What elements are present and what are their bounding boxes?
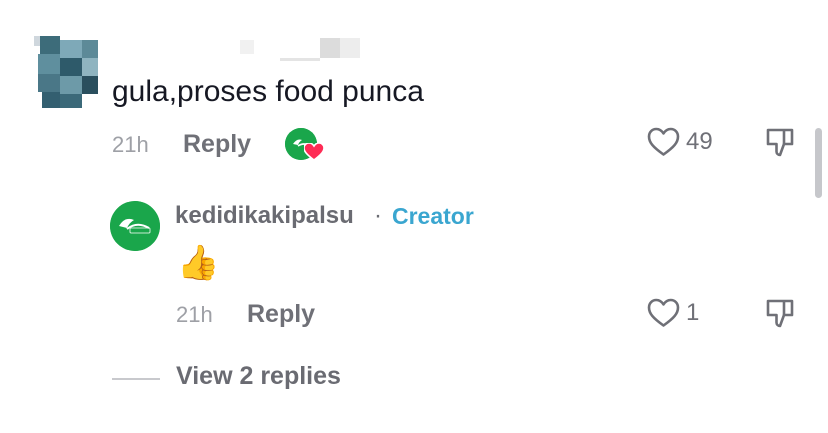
reply-button[interactable]: Reply	[183, 130, 251, 159]
avatar-pixel	[60, 94, 82, 108]
name-pixel	[320, 38, 340, 58]
brand-logo-icon	[110, 201, 160, 251]
reply-timestamp: 21h	[176, 302, 213, 327]
creator-badge: Creator	[392, 203, 474, 229]
creator-liked-badge	[285, 128, 324, 161]
dislike-icon[interactable]	[765, 127, 795, 159]
comment-text: gula,proses food punca	[112, 75, 424, 108]
reply-text: 👍	[177, 244, 220, 282]
reply-to-reply-button[interactable]: Reply	[247, 300, 315, 329]
comment-timestamp: 21h	[112, 132, 149, 157]
separator-dot: ·	[374, 202, 382, 229]
like-button[interactable]: 49	[647, 127, 713, 157]
name-pixel	[280, 58, 320, 61]
reply-like-count: 1	[686, 299, 700, 326]
name-pixel	[240, 40, 254, 54]
heart-outline-icon	[647, 298, 680, 327]
dislike-icon[interactable]	[765, 298, 795, 330]
scrollbar[interactable]	[815, 128, 822, 198]
reply-username[interactable]: kedidikakipalsu	[175, 202, 354, 230]
name-pixel	[340, 38, 360, 58]
heart-filled-icon	[304, 143, 324, 161]
avatar-pixel	[60, 40, 82, 58]
avatar-pixel	[38, 74, 60, 92]
reply-like-button[interactable]: 1	[647, 298, 699, 328]
view-replies-button[interactable]: View 2 replies	[176, 362, 341, 391]
like-count: 49	[686, 128, 713, 155]
avatar-pixel	[60, 58, 82, 76]
replies-divider	[112, 378, 160, 380]
avatar-pixel	[38, 54, 60, 74]
avatar-pixel	[60, 76, 82, 94]
heart-outline-icon	[647, 127, 680, 156]
commenter-avatar[interactable]	[34, 36, 98, 108]
avatar-pixel	[40, 36, 60, 54]
avatar-pixel	[82, 58, 98, 76]
avatar-pixel	[42, 92, 60, 108]
creator-avatar[interactable]	[110, 201, 160, 251]
avatar-pixel	[82, 76, 98, 94]
commenter-name-redacted[interactable]	[240, 38, 360, 62]
avatar-pixel	[82, 40, 98, 58]
